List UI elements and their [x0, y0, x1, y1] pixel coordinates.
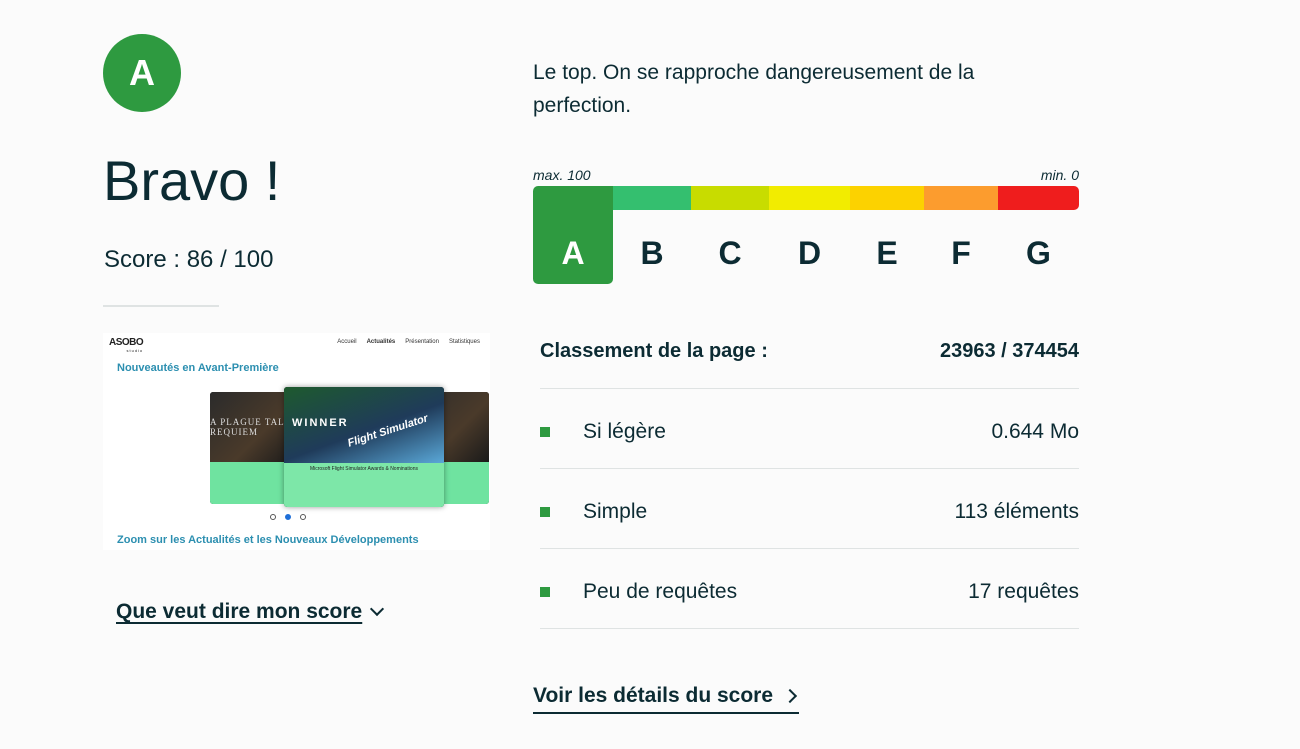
metric-label-elements: Simple: [583, 500, 648, 523]
grade-letter-g: G: [1026, 235, 1051, 271]
grade-letter-e: E: [876, 235, 898, 271]
scale-min-label: min. 0: [1040, 167, 1079, 183]
page-screenshot-thumbnail: ASOBO studio Accueil Actualités Présenta…: [103, 333, 490, 550]
metric-value-weight: 0.644 Mo: [991, 420, 1079, 443]
metric-value-requests: 17 requêtes: [968, 580, 1079, 603]
carousel-dot: [285, 514, 291, 520]
thumbnail-heading: Nouveautés en Avant-Première: [117, 362, 279, 374]
metric-label-weight: Si légère: [583, 420, 666, 443]
grade-segment-b: [613, 186, 691, 210]
thumbnail-nav: Accueil Actualités Présentation Statisti…: [337, 339, 480, 345]
divider: [540, 468, 1079, 469]
score-text: Score : 86 / 100: [104, 246, 274, 273]
thumbnail-nav-item: Actualités: [366, 339, 396, 345]
score-details-link[interactable]: Voir les détails du score: [533, 684, 800, 714]
divider: [103, 305, 219, 307]
thumbnail-card-left: A PLAGUE TALE REQUIEM: [210, 392, 295, 504]
grade-segment-g: [998, 186, 1079, 210]
grade-segment-d: [769, 186, 850, 210]
grade-letter-c: C: [718, 235, 742, 271]
thumbnail-logo: ASOBO studio: [109, 337, 144, 353]
ranking-label: Classement de la page :: [540, 340, 768, 362]
thumbnail-nav-item: Accueil: [337, 339, 357, 345]
metric-bullet-icon: [540, 587, 550, 597]
chevron-right-icon: [782, 688, 798, 704]
thumbnail-carousel-dots: [270, 514, 306, 520]
grade-segment-f: [924, 186, 998, 210]
divider: [540, 628, 1079, 629]
chevron-down-icon: [370, 601, 385, 617]
grade-segment-e: [850, 186, 924, 210]
score-meaning-link[interactable]: Que veut dire mon score: [116, 600, 385, 624]
metric-bullet-icon: [540, 427, 550, 437]
score-details-label: Voir les détails du score: [533, 684, 774, 707]
metric-value-elements: 113 éléments: [954, 500, 1079, 523]
grade-letter-b: B: [640, 235, 664, 271]
thumbnail-heading: Zoom sur les Actualités et les Nouveaux …: [117, 534, 419, 546]
carousel-dot: [270, 514, 276, 520]
thumbnail-nav-item: Statistiques: [448, 339, 480, 345]
ranking-value: 23963 / 374454: [939, 340, 1079, 362]
grade-segment-c: [691, 186, 769, 210]
thumbnail-card-front: WINNER Flight Simulator Microsoft Flight…: [284, 387, 444, 507]
thumbnail-nav-item: Présentation: [405, 339, 439, 345]
divider: [540, 548, 1079, 549]
grade-scale: A B C D E F G: [533, 186, 1079, 284]
grade-letter-d: D: [797, 235, 822, 271]
metric-bullet-icon: [540, 507, 550, 517]
grade-letter-f: F: [951, 235, 971, 271]
grade-description: Le top. On se rapproche dangereusement d…: [533, 61, 975, 117]
carousel-dot: [300, 514, 306, 520]
grade-badge: A: [103, 34, 181, 112]
score-meaning-label: Que veut dire mon score: [116, 600, 363, 623]
metric-label-requests: Peu de requêtes: [583, 580, 738, 603]
grade-letter-a: A: [561, 235, 585, 271]
divider: [540, 388, 1079, 389]
scale-max-label: max. 100: [533, 167, 591, 183]
page-title: Bravo !: [103, 149, 281, 212]
